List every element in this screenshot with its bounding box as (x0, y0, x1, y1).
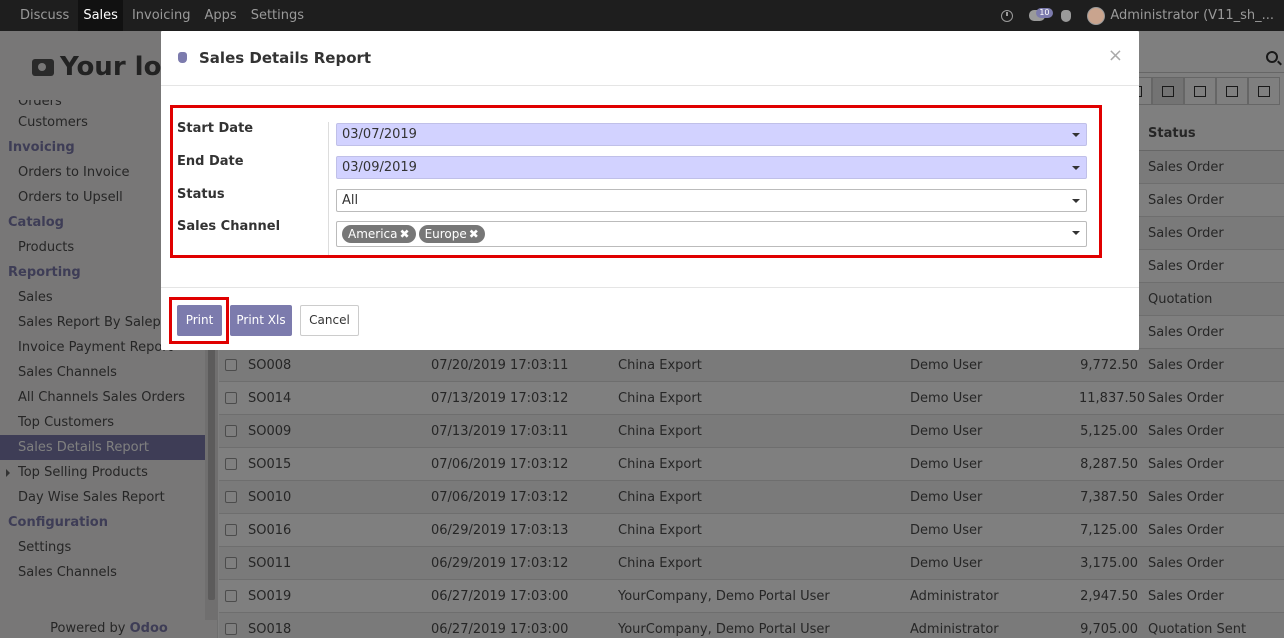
chevron-down-icon (1072, 231, 1080, 235)
dialog-title: Sales Details Report (199, 49, 372, 67)
cancel-button[interactable]: Cancel (300, 305, 359, 336)
sales-channel-field[interactable]: America ✖ Europe ✖ (336, 221, 1087, 247)
form-divider (328, 122, 329, 255)
nav-item-sales[interactable]: Sales (78, 0, 123, 31)
nav-item-invoicing[interactable]: Invoicing (127, 0, 196, 31)
app-menu: Discuss Sales Invoicing Apps Settings (15, 0, 313, 31)
dialog-header: Sales Details Report × (161, 31, 1139, 86)
avatar (1087, 6, 1106, 25)
chevron-down-icon (1072, 199, 1080, 203)
channel-tag-label: America (348, 227, 398, 241)
top-navbar: Discuss Sales Invoicing Apps Settings 10 Adm… (0, 0, 1284, 31)
print-button[interactable]: Print (177, 305, 222, 336)
channel-tag: Europe ✖ (418, 225, 485, 243)
clock-icon[interactable] (1001, 9, 1014, 22)
chevron-down-icon (1072, 133, 1080, 137)
status-select[interactable]: All (336, 189, 1087, 212)
bug-icon (178, 52, 187, 63)
bug-icon[interactable] (1061, 9, 1072, 22)
sales-channel-label: Sales Channel (177, 219, 281, 234)
end-date-field[interactable]: 03/09/2019 (336, 156, 1087, 179)
nav-item-settings[interactable]: Settings (246, 0, 309, 31)
nav-item-apps[interactable]: Apps (200, 0, 242, 31)
start-date-field[interactable]: 03/07/2019 (336, 123, 1087, 146)
remove-tag-icon[interactable]: ✖ (400, 227, 410, 241)
close-icon[interactable]: × (1108, 45, 1123, 66)
user-name: Administrator (V11_sh_... (1110, 8, 1274, 23)
user-menu[interactable]: Administrator (V11_sh_... (1087, 6, 1274, 25)
print-xls-button[interactable]: Print Xls (230, 305, 292, 336)
channel-tag-label: Europe (424, 227, 467, 241)
chevron-down-icon (1072, 166, 1080, 170)
chat-icon[interactable]: 10 (1029, 8, 1053, 21)
end-date-label: End Date (177, 154, 244, 169)
channel-tag: America ✖ (342, 225, 416, 243)
sales-details-report-dialog: Sales Details Report × Start Date 03/07/… (161, 31, 1139, 350)
navbar-systray: 10 Administrator (V11_sh_... (1001, 0, 1274, 31)
start-date-label: Start Date (177, 121, 254, 136)
status-label: Status (177, 187, 225, 202)
nav-item-discuss[interactable]: Discuss (15, 0, 74, 31)
chat-badge: 10 (1036, 8, 1053, 18)
remove-tag-icon[interactable]: ✖ (469, 227, 479, 241)
dialog-footer: Print Print Xls Cancel (161, 287, 1139, 350)
report-form: Start Date 03/07/2019 End Date 03/09/201… (170, 105, 1102, 258)
